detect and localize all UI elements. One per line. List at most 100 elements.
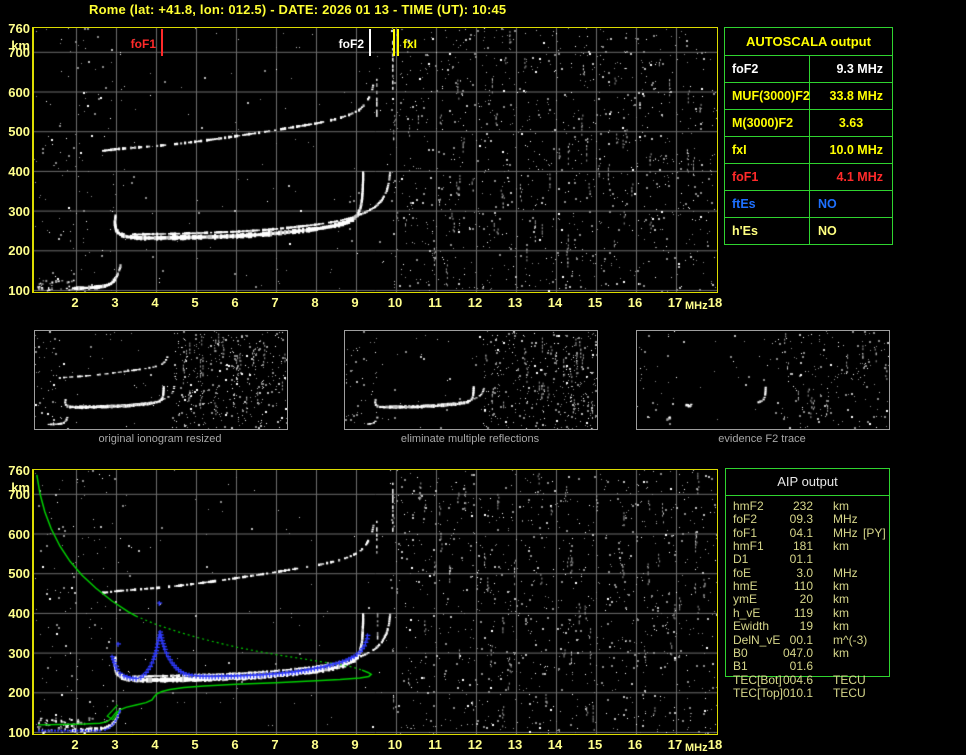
autoscala-row-label: MUF(3000)F2 (725, 83, 810, 109)
aip-row-value: 110 (793, 579, 813, 594)
aip-row-unit: km (833, 605, 849, 620)
aip-row-label: hmF1 (733, 539, 764, 554)
autoscala-row-label: h'Es (725, 218, 810, 244)
x-axis-tick: 6 (231, 295, 239, 310)
x-axis-tick: 7 (271, 295, 279, 310)
aip-row-label: h_vE (733, 605, 761, 620)
autoscala-row-M3000F2: M(3000)F2 3.63 (725, 110, 892, 137)
aip-row-unit: m^(-3) (833, 632, 868, 647)
ionogram-top-canvas (34, 28, 717, 292)
y-axis-tick: 400 (8, 605, 30, 621)
aip-row-hmE: hmE 110 km (725, 579, 890, 594)
x-axis-tick: 16 (627, 737, 643, 752)
panel-original-ionogram (34, 330, 288, 430)
x-axis-tick: 6 (231, 737, 239, 752)
aip-row-value: 04.1 (789, 525, 813, 540)
aip-row-label: ymE (733, 592, 757, 607)
aip-row-hmF1: hmF1 181 km (725, 539, 890, 554)
panel-caption-eliminate: eliminate multiple reflections (400, 433, 540, 445)
aip-row-unit: km (833, 645, 849, 660)
aip-row-unit: km (833, 539, 849, 554)
y-axis-unit-label: km (11, 480, 30, 495)
x-axis-tick: 10 (387, 737, 403, 752)
y-axis-tick: 200 (8, 685, 30, 701)
panel-caption-evidence: evidence F2 trace (718, 433, 806, 445)
autoscala-row-value: NO (818, 224, 837, 238)
aip-table-title: AIP output (777, 474, 838, 489)
aip-row-unit: km (833, 499, 849, 513)
ionogram-plot-top: foF1 foF2 fxI (32, 27, 718, 293)
x-axis-tick: 12 (467, 737, 483, 752)
x-axis-tick: 17 (667, 737, 683, 752)
aip-row-value: 01.1 (789, 552, 813, 567)
y-axis-tick: 760 (8, 21, 30, 36)
x-axis-tick: 18 (707, 737, 723, 752)
aip-row-value: 181 (792, 539, 813, 554)
x-axis-tick: 15 (587, 295, 603, 310)
aip-row-label: hmF2 (733, 499, 764, 513)
foF1-marker-label: foF1 (130, 37, 156, 51)
aip-row-foF2: foF2 09.3 MHz (725, 512, 890, 527)
x-axis-tick: 10 (387, 295, 403, 310)
aip-row-value: 010.1 (782, 685, 813, 700)
fxI-marker-label: fxI (403, 37, 418, 51)
panel-evidence-canvas (637, 331, 889, 429)
autoscala-row-hEs: h'Es NO (725, 218, 892, 244)
autoscala-row-foF1: foF1 4.1 MHz (725, 164, 892, 191)
panel-evidence-f2 (636, 330, 890, 430)
aip-row-label: B0 (733, 645, 748, 660)
y-axis-tick: 500 (8, 124, 30, 140)
autoscala-row-value: 3.63 (838, 116, 864, 130)
x-axis-tick: 8 (311, 737, 319, 752)
x-axis-tick: 7 (271, 737, 279, 752)
aip-row-label: foF1 (733, 525, 758, 540)
aip-row-unit: km (833, 592, 849, 607)
autoscala-row-foF2: foF2 9.3 MHz (725, 56, 892, 83)
x-axis-tick: 3 (111, 295, 119, 310)
aip-row-foE: foE 3.0 MHz (725, 565, 890, 580)
aip-row-unit: MHz (833, 512, 858, 527)
x-axis-tick: 5 (191, 295, 199, 310)
autoscala-row-value: 33.8 MHz (829, 89, 884, 103)
x-axis-tick: 12 (467, 295, 483, 310)
aip-row-B0: B0 047.0 km (725, 645, 890, 660)
x-axis-tick: 5 (191, 737, 199, 752)
aip-row-label: D1 (733, 552, 749, 567)
foF2-marker-line (369, 29, 371, 56)
ionogram-plot-bottom (32, 469, 718, 735)
autoscala-row-label: ftEs (725, 191, 810, 217)
y-axis-tick: 100 (8, 283, 30, 298)
autoscala-row-value: 4.1 MHz (836, 170, 883, 184)
aip-row-label: foE (733, 565, 752, 580)
panel-eliminate-canvas (345, 331, 597, 429)
x-axis-unit-label: MHz (685, 742, 708, 754)
foF2-marker-label: foF2 (338, 37, 364, 51)
y-axis-tick: 600 (8, 84, 30, 100)
panel-caption-original: original ionogram resized (98, 433, 222, 445)
aip-table-separator (725, 495, 890, 496)
ionogram-bottom-canvas (34, 470, 717, 734)
autoscala-row-value: NO (818, 197, 837, 211)
x-axis-tick: 14 (547, 737, 563, 752)
aip-row-hmF2: hmF2 232 km (725, 499, 890, 513)
aip-row-unit: TECU (833, 685, 866, 700)
x-axis-tick: 2 (71, 295, 79, 310)
y-axis-tick: 400 (8, 163, 30, 179)
x-axis-tick: 16 (627, 295, 643, 310)
y-axis-tick: 300 (8, 645, 30, 661)
autoscala-row-label: fxI (725, 137, 810, 163)
aip-row-value: 004.6 (782, 672, 813, 687)
aip-row-label: hmE (733, 579, 758, 594)
aip-row-DelNvE: DelN_vE 00.1 m^(-3) (725, 632, 890, 647)
aip-row-unit: km (833, 619, 849, 634)
y-axis-tick: 200 (8, 243, 30, 259)
aip-row-unit: TECU (833, 672, 866, 687)
aip-row-B1: B1 01.6 (725, 659, 890, 674)
fxI-marker-line-2 (393, 29, 395, 56)
autoscala-row-label: foF1 (725, 164, 810, 190)
aip-row-value: 01.6 (789, 659, 813, 674)
aip-row-hvE: h_vE 119 km (725, 605, 890, 620)
aip-row-value: 119 (793, 605, 813, 620)
y-axis-unit-label: km (11, 38, 30, 53)
autoscala-table-title: AUTOSCALA output (725, 28, 892, 56)
